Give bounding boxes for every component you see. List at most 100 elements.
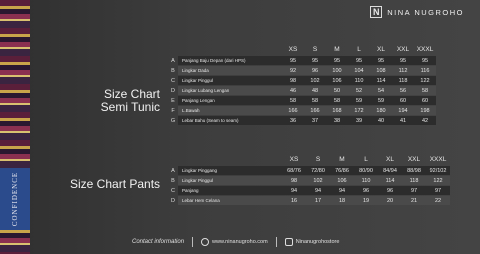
size-value: 60 bbox=[414, 96, 436, 105]
size-value: 95 bbox=[348, 56, 370, 65]
size-value: 92 bbox=[282, 66, 304, 75]
size-header: XS bbox=[289, 156, 299, 163]
table-row: B Lingkar Pinggul 98 102 106 110 114 118 122 bbox=[168, 176, 450, 185]
size-value: 95 bbox=[370, 56, 392, 65]
size-value: 21 bbox=[402, 196, 426, 205]
row-letter: B bbox=[171, 177, 175, 184]
row-letter: F bbox=[171, 107, 175, 114]
instagram-handle[interactable]: Ninanugrohostore bbox=[296, 239, 340, 245]
row-label: Lebar Hem Celana bbox=[178, 196, 282, 205]
size-header: L bbox=[357, 46, 361, 53]
pants-title: Size Chart Pants bbox=[70, 177, 161, 191]
size-value: 18 bbox=[330, 196, 354, 205]
size-value: 59 bbox=[348, 96, 370, 105]
size-value: 39 bbox=[348, 116, 370, 125]
size-value: 60 bbox=[392, 96, 414, 105]
size-value: 58 bbox=[282, 96, 304, 105]
size-value: 42 bbox=[414, 116, 436, 125]
size-value: 37 bbox=[304, 116, 326, 125]
row-letter: C bbox=[171, 77, 175, 84]
size-value: 58 bbox=[414, 86, 436, 95]
size-header: XXXL bbox=[429, 156, 447, 163]
table-row: D Lebar Hem Celana 16 17 18 19 20 21 22 bbox=[168, 196, 450, 205]
size-value: 95 bbox=[282, 56, 304, 65]
instagram-item[interactable]: Ninanugrohostore bbox=[284, 238, 340, 246]
brand-header: N NINA NUGROHO bbox=[370, 6, 464, 18]
website-item[interactable]: www.ninanugroho.com bbox=[201, 238, 268, 246]
tunic-size-table: XS S M L XL XXL XXXL A Panjang Baju Depan (dari… bbox=[168, 45, 436, 126]
size-value: 80/90 bbox=[354, 166, 378, 175]
size-header: L bbox=[364, 156, 368, 163]
size-value: 166 bbox=[304, 106, 326, 115]
size-value: 56 bbox=[392, 86, 414, 95]
size-value: 194 bbox=[392, 106, 414, 115]
divider bbox=[275, 237, 277, 247]
size-value: 59 bbox=[370, 96, 392, 105]
table-row: B Lingkar Dada 92 96 100 104 108 112 116 bbox=[168, 66, 436, 75]
footer: Contact information www.ninanugroho.com … bbox=[132, 237, 339, 247]
size-value: 97 bbox=[402, 186, 426, 195]
table-row: D Lingkar Lubang Lengan 46 48 50 52 54 56 58 bbox=[168, 86, 436, 95]
size-value: 94 bbox=[306, 186, 330, 195]
size-value: 41 bbox=[392, 116, 414, 125]
size-value: 168 bbox=[326, 106, 348, 115]
pants-header-row: XS S M L XL XXL XXXL bbox=[168, 156, 450, 165]
row-label: Lingkar Lubang Lengan bbox=[178, 86, 282, 95]
row-letter: A bbox=[171, 57, 175, 64]
size-value: 116 bbox=[414, 66, 436, 75]
size-value: 76/86 bbox=[330, 166, 354, 175]
row-letter: E bbox=[171, 97, 175, 104]
size-header: XS bbox=[288, 46, 298, 53]
size-value: 19 bbox=[354, 196, 378, 205]
table-row: C Lingkar Pinggul 98 102 106 110 114 118 122 bbox=[168, 76, 436, 85]
size-value: 95 bbox=[392, 56, 414, 65]
size-value: 106 bbox=[330, 176, 354, 185]
brand-name: NINA NUGROHO bbox=[387, 7, 464, 17]
size-header: XL bbox=[377, 46, 385, 53]
size-value: 94 bbox=[330, 186, 354, 195]
size-value: 95 bbox=[414, 56, 436, 65]
size-value: 52 bbox=[348, 86, 370, 95]
globe-icon bbox=[201, 238, 210, 246]
size-value: 122 bbox=[426, 176, 450, 185]
size-value: 172 bbox=[348, 106, 370, 115]
size-value: 112 bbox=[392, 66, 414, 75]
size-value: 114 bbox=[370, 76, 392, 85]
size-value: 16 bbox=[282, 196, 306, 205]
size-value: 96 bbox=[304, 66, 326, 75]
size-header: XXXL bbox=[416, 46, 434, 53]
row-letter: B bbox=[171, 67, 175, 74]
size-value: 118 bbox=[392, 76, 414, 85]
size-value: 118 bbox=[402, 176, 426, 185]
size-value: 97 bbox=[426, 186, 450, 195]
website-link[interactable]: www.ninanugroho.com bbox=[212, 239, 268, 245]
size-value: 40 bbox=[370, 116, 392, 125]
size-value: 110 bbox=[348, 76, 370, 85]
size-header: M bbox=[334, 46, 340, 53]
table-row: A Panjang Baju Depan (dari HPS) 95 95 95 95 95… bbox=[168, 56, 436, 65]
size-value: 22 bbox=[426, 196, 450, 205]
instagram-icon bbox=[284, 238, 293, 246]
size-value: 54 bbox=[370, 86, 392, 95]
size-value: 48 bbox=[304, 86, 326, 95]
size-value: 96 bbox=[354, 186, 378, 195]
row-letter: C bbox=[171, 187, 175, 194]
size-value: 38 bbox=[326, 116, 348, 125]
size-value: 180 bbox=[370, 106, 392, 115]
confidence-band: CONFIDENCE bbox=[0, 168, 30, 230]
size-value: 58 bbox=[326, 96, 348, 105]
row-letter: D bbox=[171, 197, 175, 204]
brand-logo-icon: N bbox=[370, 6, 383, 18]
size-value: 104 bbox=[348, 66, 370, 75]
size-value: 58 bbox=[304, 96, 326, 105]
size-value: 94 bbox=[282, 186, 306, 195]
size-header: XXL bbox=[407, 156, 421, 163]
size-value: 50 bbox=[326, 86, 348, 95]
row-label: L.Bawah bbox=[178, 106, 282, 115]
row-label: Panjang Baju Depan (dari HPS) bbox=[178, 56, 282, 65]
confidence-text: CONFIDENCE bbox=[11, 171, 19, 227]
size-value: 108 bbox=[370, 66, 392, 75]
contact-label: Contact information bbox=[132, 239, 185, 245]
size-value: 110 bbox=[354, 176, 378, 185]
row-label: Lingkar Pinggang bbox=[178, 166, 282, 175]
